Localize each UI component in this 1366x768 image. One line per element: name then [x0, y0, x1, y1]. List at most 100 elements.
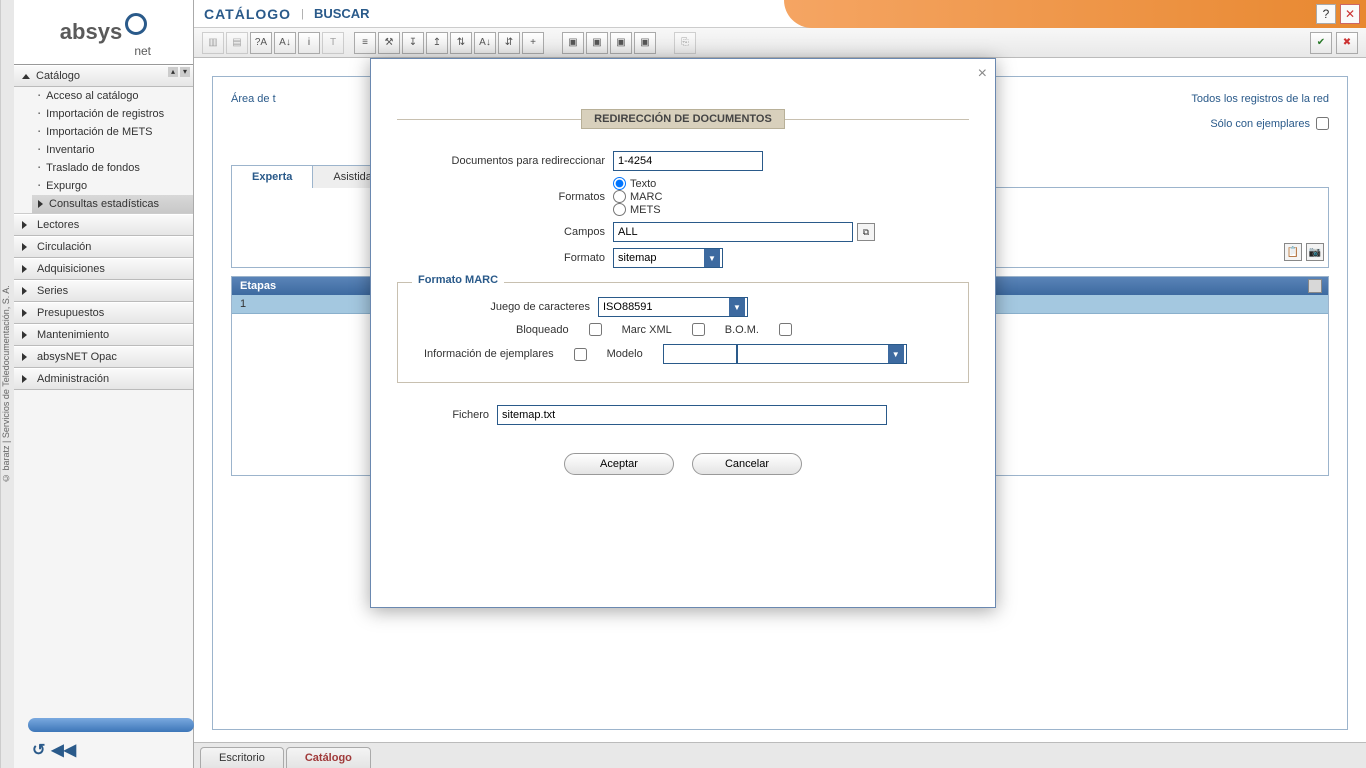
marcxml-checkbox[interactable] — [692, 323, 705, 336]
rewind-icon[interactable]: ◀◀ — [51, 740, 76, 760]
modal-title: REDIRECCIÓN DE DOCUMENTOS — [581, 109, 785, 129]
nav-administracion[interactable]: Administración — [14, 368, 193, 390]
fieldset-legend: Formato MARC — [412, 274, 504, 286]
solo-ejemplares-checkbox[interactable] — [1316, 117, 1329, 130]
tool-plus-icon[interactable]: + — [522, 32, 544, 54]
info-ej-label: Información de ejemplares — [424, 348, 554, 360]
nav-presupuestos[interactable]: Presupuestos — [14, 302, 193, 324]
bom-checkbox[interactable] — [779, 323, 792, 336]
nav-expurgo[interactable]: Expurgo — [32, 177, 193, 195]
chevron-down-icon[interactable]: ▼ — [888, 345, 904, 363]
info-ej-checkbox[interactable] — [574, 348, 587, 361]
formatos-label: Formatos — [397, 191, 613, 203]
marcxml-label: Marc XML — [622, 324, 672, 336]
logo-sub: net — [134, 44, 151, 58]
tool-align1-icon[interactable]: ≡ — [354, 32, 376, 54]
nav-circulacion[interactable]: Circulación — [14, 236, 193, 258]
logo-swirl-icon — [125, 13, 147, 35]
nav-inventario[interactable]: Inventario — [32, 141, 193, 159]
btab-catalogo[interactable]: Catálogo — [286, 747, 371, 768]
sidebar: absys net ▴▾ Catálogo Acceso al catálogo… — [14, 0, 194, 768]
nav-traslado-fondos[interactable]: Traslado de fondos — [32, 159, 193, 177]
tool-db1-icon[interactable]: ▣ — [562, 32, 584, 54]
nav-acceso-catalogo[interactable]: Acceso al catálogo — [32, 87, 193, 105]
formato-select[interactable] — [614, 249, 704, 267]
tool-copy-icon[interactable]: ⎘ — [674, 32, 696, 54]
copyright-strip: © baratz | Servicios de Teledocumentació… — [0, 0, 14, 768]
tool-t-icon[interactable]: T — [322, 32, 344, 54]
tool-sort2-icon[interactable]: A↓ — [474, 32, 496, 54]
fieldset-formato-marc: Formato MARC Juego de caracteres ▼ Bloqu… — [397, 282, 969, 383]
sidebar-scroll-indicator — [28, 718, 194, 732]
modal-redireccion: × REDIRECCIÓN DE DOCUMENTOS Documentos p… — [370, 58, 996, 608]
tool-db3-icon[interactable]: ▣ — [610, 32, 632, 54]
page-title: CATÁLOGO — [204, 6, 291, 22]
tool-db4-icon[interactable]: ▣ — [634, 32, 656, 54]
fichero-label: Fichero — [397, 409, 497, 421]
sidebar-collapsers[interactable]: ▴▾ — [167, 65, 191, 78]
todos-registros-link[interactable]: Todos los registros de la red — [1191, 93, 1329, 105]
tab-experta[interactable]: Experta — [231, 165, 313, 188]
nav-importacion-registros[interactable]: Importación de registros — [32, 105, 193, 123]
area-trabajo-link[interactable]: Área de t — [231, 93, 276, 105]
aceptar-button[interactable]: Aceptar — [564, 453, 674, 475]
table-header-etapas: Etapas — [240, 280, 276, 292]
header: CATÁLOGO | BUSCAR ? ✕ — [194, 0, 1366, 28]
header-buscar[interactable]: BUSCAR — [314, 6, 370, 21]
campos-label: Campos — [397, 226, 613, 238]
close-app-icon[interactable]: ✕ — [1340, 4, 1360, 24]
chevron-down-icon[interactable]: ▼ — [704, 249, 720, 267]
juego-select[interactable] — [599, 298, 729, 316]
modelo-input2[interactable] — [738, 345, 888, 363]
help-icon[interactable]: ? — [1316, 4, 1336, 24]
campos-picker-icon[interactable]: ⧉ — [857, 223, 875, 241]
tool-info-icon[interactable]: i — [298, 32, 320, 54]
nav-series[interactable]: Series — [14, 280, 193, 302]
modal-close-icon[interactable]: × — [978, 65, 987, 83]
back-icon[interactable]: ↺ — [32, 740, 45, 760]
juego-label: Juego de caracteres — [408, 301, 598, 313]
radio-marc[interactable] — [613, 190, 626, 203]
fichero-input[interactable] — [497, 405, 887, 425]
logo-text: absys — [60, 19, 122, 45]
tool-a-icon[interactable]: A↓ — [274, 32, 296, 54]
nav-adquisiciones[interactable]: Adquisiciones — [14, 258, 193, 280]
tool-arrow2-icon[interactable]: ↥ — [426, 32, 448, 54]
bottom-tabs: Escritorio Catálogo — [194, 742, 1366, 768]
camera-icon[interactable]: 📷 — [1306, 243, 1324, 261]
radio-mets[interactable] — [613, 203, 626, 216]
toolbar: ▥ ▤ ?A A↓ i T ≡ ⚒ ↧ ↥ ⇅ A↓ ⇵ + ▣ ▣ ▣ ▣ ⎘… — [194, 28, 1366, 58]
logo: absys net — [14, 0, 193, 65]
confirm-icon[interactable]: ✔ — [1310, 32, 1332, 54]
modelo-label: Modelo — [607, 348, 643, 360]
clipboard-icon[interactable]: 📋 — [1284, 243, 1302, 261]
nav-mantenimiento[interactable]: Mantenimiento — [14, 324, 193, 346]
nav-lectores[interactable]: Lectores — [14, 214, 193, 236]
tool-hammer-icon[interactable]: ⚒ — [378, 32, 400, 54]
tool-sort3-icon[interactable]: ⇵ — [498, 32, 520, 54]
tool-qa-icon[interactable]: ?A — [250, 32, 272, 54]
tool-2-icon[interactable]: ▤ — [226, 32, 248, 54]
bom-label: B.O.M. — [725, 324, 759, 336]
docs-label: Documentos para redireccionar — [397, 155, 613, 167]
nav-consultas-estadisticas[interactable]: Consultas estadísticas — [32, 195, 193, 213]
campos-input[interactable] — [614, 223, 834, 241]
bloqueado-checkbox[interactable] — [589, 323, 602, 336]
nav-opac[interactable]: absysNET Opac — [14, 346, 193, 368]
cancelar-button[interactable]: Cancelar — [692, 453, 802, 475]
lock-icon[interactable] — [1308, 279, 1322, 293]
tool-sort-icon[interactable]: ⇅ — [450, 32, 472, 54]
modelo-input1[interactable] — [664, 345, 718, 363]
formato-label: Formato — [397, 252, 613, 264]
tool-1-icon[interactable]: ▥ — [202, 32, 224, 54]
btab-escritorio[interactable]: Escritorio — [200, 747, 284, 768]
radio-texto[interactable] — [613, 177, 626, 190]
cancel-icon[interactable]: ✖ — [1336, 32, 1358, 54]
docs-input[interactable] — [613, 151, 763, 171]
header-curve — [784, 0, 1366, 28]
tool-arrow1-icon[interactable]: ↧ — [402, 32, 424, 54]
bloqueado-label: Bloqueado — [516, 324, 569, 336]
tool-db2-icon[interactable]: ▣ — [586, 32, 608, 54]
nav-importacion-mets[interactable]: Importación de METS — [32, 123, 193, 141]
chevron-down-icon[interactable]: ▼ — [729, 298, 745, 316]
